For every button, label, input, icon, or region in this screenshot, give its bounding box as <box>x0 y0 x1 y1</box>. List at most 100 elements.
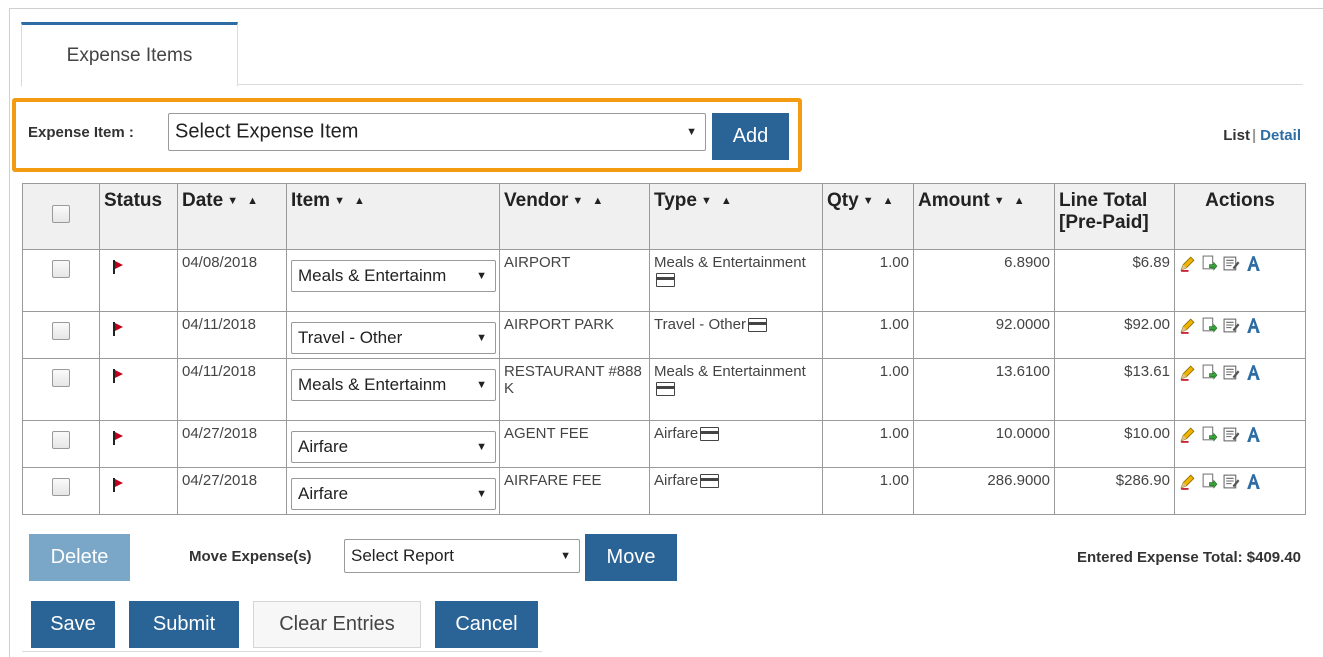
copy-document-icon[interactable] <box>1201 426 1218 443</box>
edit-pencil-icon[interactable] <box>1179 473 1196 490</box>
qty-value: 1.00 <box>879 363 909 380</box>
list-view-link[interactable]: List <box>1223 127 1250 144</box>
item-select-value: Travel - Other <box>298 328 403 347</box>
type-cell: Meals & Entertainment <box>649 249 823 312</box>
vendor-value: AIRPORT PARK <box>504 316 615 333</box>
copy-document-icon[interactable] <box>1201 364 1218 381</box>
attachment-a-icon[interactable] <box>1245 364 1262 381</box>
item-select[interactable]: Meals & Entertainm ▼ <box>291 369 496 401</box>
row-select-cell <box>22 358 100 421</box>
select-all-header <box>22 183 100 250</box>
attachment-a-icon[interactable] <box>1245 317 1262 334</box>
chevron-down-icon: ▼ <box>476 441 487 453</box>
date-header-label: Date <box>182 190 224 211</box>
attachment-a-icon[interactable] <box>1245 255 1262 272</box>
row-checkbox[interactable] <box>52 322 70 340</box>
sort-arrows-icon[interactable]: ▼ ▲ <box>863 195 897 207</box>
expense-table: Status Date ▼ ▲ Item ▼ ▲ Vendor ▼ ▲ Type ▼ ▲… <box>22 183 1306 515</box>
sort-arrows-icon[interactable]: ▼ ▲ <box>572 195 606 207</box>
credit-card-icon <box>700 427 720 442</box>
copy-document-icon[interactable] <box>1201 473 1218 490</box>
date-cell: 04/11/2018 <box>177 311 287 359</box>
add-button[interactable]: Add <box>712 113 789 160</box>
item-select[interactable]: Meals & Entertainm ▼ <box>291 260 496 292</box>
vendor-value: AIRFARE FEE <box>504 472 602 489</box>
vendor-header[interactable]: Vendor ▼ ▲ <box>499 183 650 250</box>
item-select-value: Airfare <box>298 484 349 503</box>
detail-view-link[interactable]: Detail <box>1260 127 1301 144</box>
edit-pencil-icon[interactable] <box>1179 255 1196 272</box>
edit-pencil-icon[interactable] <box>1179 426 1196 443</box>
qty-cell: 1.00 <box>822 467 914 515</box>
item-select[interactable]: Travel - Other ▼ <box>291 322 496 354</box>
notes-icon[interactable] <box>1223 473 1240 490</box>
flag-icon <box>112 431 123 445</box>
type-value: Travel - Other <box>654 316 746 333</box>
attachment-a-icon[interactable] <box>1245 426 1262 443</box>
attachment-a-icon[interactable] <box>1245 473 1262 490</box>
sort-arrows-icon[interactable]: ▼ ▲ <box>994 195 1028 207</box>
edit-pencil-icon[interactable] <box>1179 317 1196 334</box>
vendor-cell: AIRPORT PARK <box>499 311 650 359</box>
sort-arrows-icon[interactable]: ▼ ▲ <box>701 195 735 207</box>
item-select[interactable]: Airfare ▼ <box>291 478 496 510</box>
vendor-cell: AIRPORT <box>499 249 650 312</box>
entered-expense-total: Entered Expense Total: $409.40 <box>1077 549 1301 566</box>
clear-entries-button[interactable]: Clear Entries <box>253 601 421 648</box>
amount-value: 6.8900 <box>1004 254 1050 271</box>
amount-header[interactable]: Amount ▼ ▲ <box>913 183 1055 250</box>
row-checkbox[interactable] <box>52 478 70 496</box>
delete-button[interactable]: Delete <box>29 534 130 581</box>
amount-value: 92.0000 <box>995 316 1050 333</box>
item-header[interactable]: Item ▼ ▲ <box>286 183 500 250</box>
item-header-label: Item <box>291 190 331 211</box>
item-select[interactable]: Airfare ▼ <box>291 431 496 463</box>
copy-document-icon[interactable] <box>1201 255 1218 272</box>
view-toggle-separator: | <box>1251 127 1257 144</box>
table-row: 04/11/2018 Travel - Other ▼ AIRPORT PARK Tra… <box>22 311 1306 359</box>
line-total-cell: $6.89 <box>1054 249 1175 312</box>
amount-cell: 92.0000 <box>913 311 1055 359</box>
notes-icon[interactable] <box>1223 255 1240 272</box>
move-button[interactable]: Move <box>585 534 677 581</box>
line-total-cell: $286.90 <box>1054 467 1175 515</box>
copy-document-icon[interactable] <box>1201 317 1218 334</box>
save-button[interactable]: Save <box>31 601 115 648</box>
qty-header[interactable]: Qty ▼ ▲ <box>822 183 914 250</box>
cancel-button[interactable]: Cancel <box>435 601 538 648</box>
qty-cell: 1.00 <box>822 420 914 468</box>
type-header[interactable]: Type ▼ ▲ <box>649 183 823 250</box>
qty-cell: 1.00 <box>822 249 914 312</box>
table-row: 04/27/2018 Airfare ▼ AIRFARE FEE Airfare 1.00… <box>22 467 1306 515</box>
edit-pencil-icon[interactable] <box>1179 364 1196 381</box>
date-cell: 04/27/2018 <box>177 420 287 468</box>
tab-expense-items[interactable]: Expense Items <box>21 22 238 87</box>
line-total-value: $6.89 <box>1132 254 1170 271</box>
status-header: Status <box>99 183 178 250</box>
credit-card-icon <box>656 273 675 288</box>
status-cell <box>99 311 178 359</box>
row-checkbox[interactable] <box>52 431 70 449</box>
chevron-down-icon: ▼ <box>476 332 487 344</box>
date-header[interactable]: Date ▼ ▲ <box>177 183 287 250</box>
date-value: 04/27/2018 <box>182 425 258 442</box>
report-select[interactable]: Select Report ▼ <box>344 539 580 573</box>
item-select-value: Meals & Entertainm <box>298 266 447 285</box>
row-checkbox[interactable] <box>52 260 70 278</box>
select-all-checkbox[interactable] <box>52 204 70 223</box>
item-cell: Meals & Entertainm ▼ <box>286 358 500 421</box>
flag-icon <box>112 369 123 383</box>
sort-arrows-icon[interactable]: ▼ ▲ <box>227 195 261 207</box>
credit-card-icon <box>656 382 675 397</box>
sort-arrows-icon[interactable]: ▼ ▲ <box>334 195 368 207</box>
notes-icon[interactable] <box>1223 317 1240 334</box>
date-cell: 04/27/2018 <box>177 467 287 515</box>
expense-item-select[interactable]: Select Expense Item ▼ <box>168 113 706 151</box>
qty-value: 1.00 <box>879 472 909 489</box>
submit-button[interactable]: Submit <box>129 601 239 648</box>
row-checkbox[interactable] <box>52 369 70 387</box>
row-select-cell <box>22 311 100 359</box>
vendor-header-label: Vendor <box>504 190 569 211</box>
notes-icon[interactable] <box>1223 364 1240 381</box>
notes-icon[interactable] <box>1223 426 1240 443</box>
